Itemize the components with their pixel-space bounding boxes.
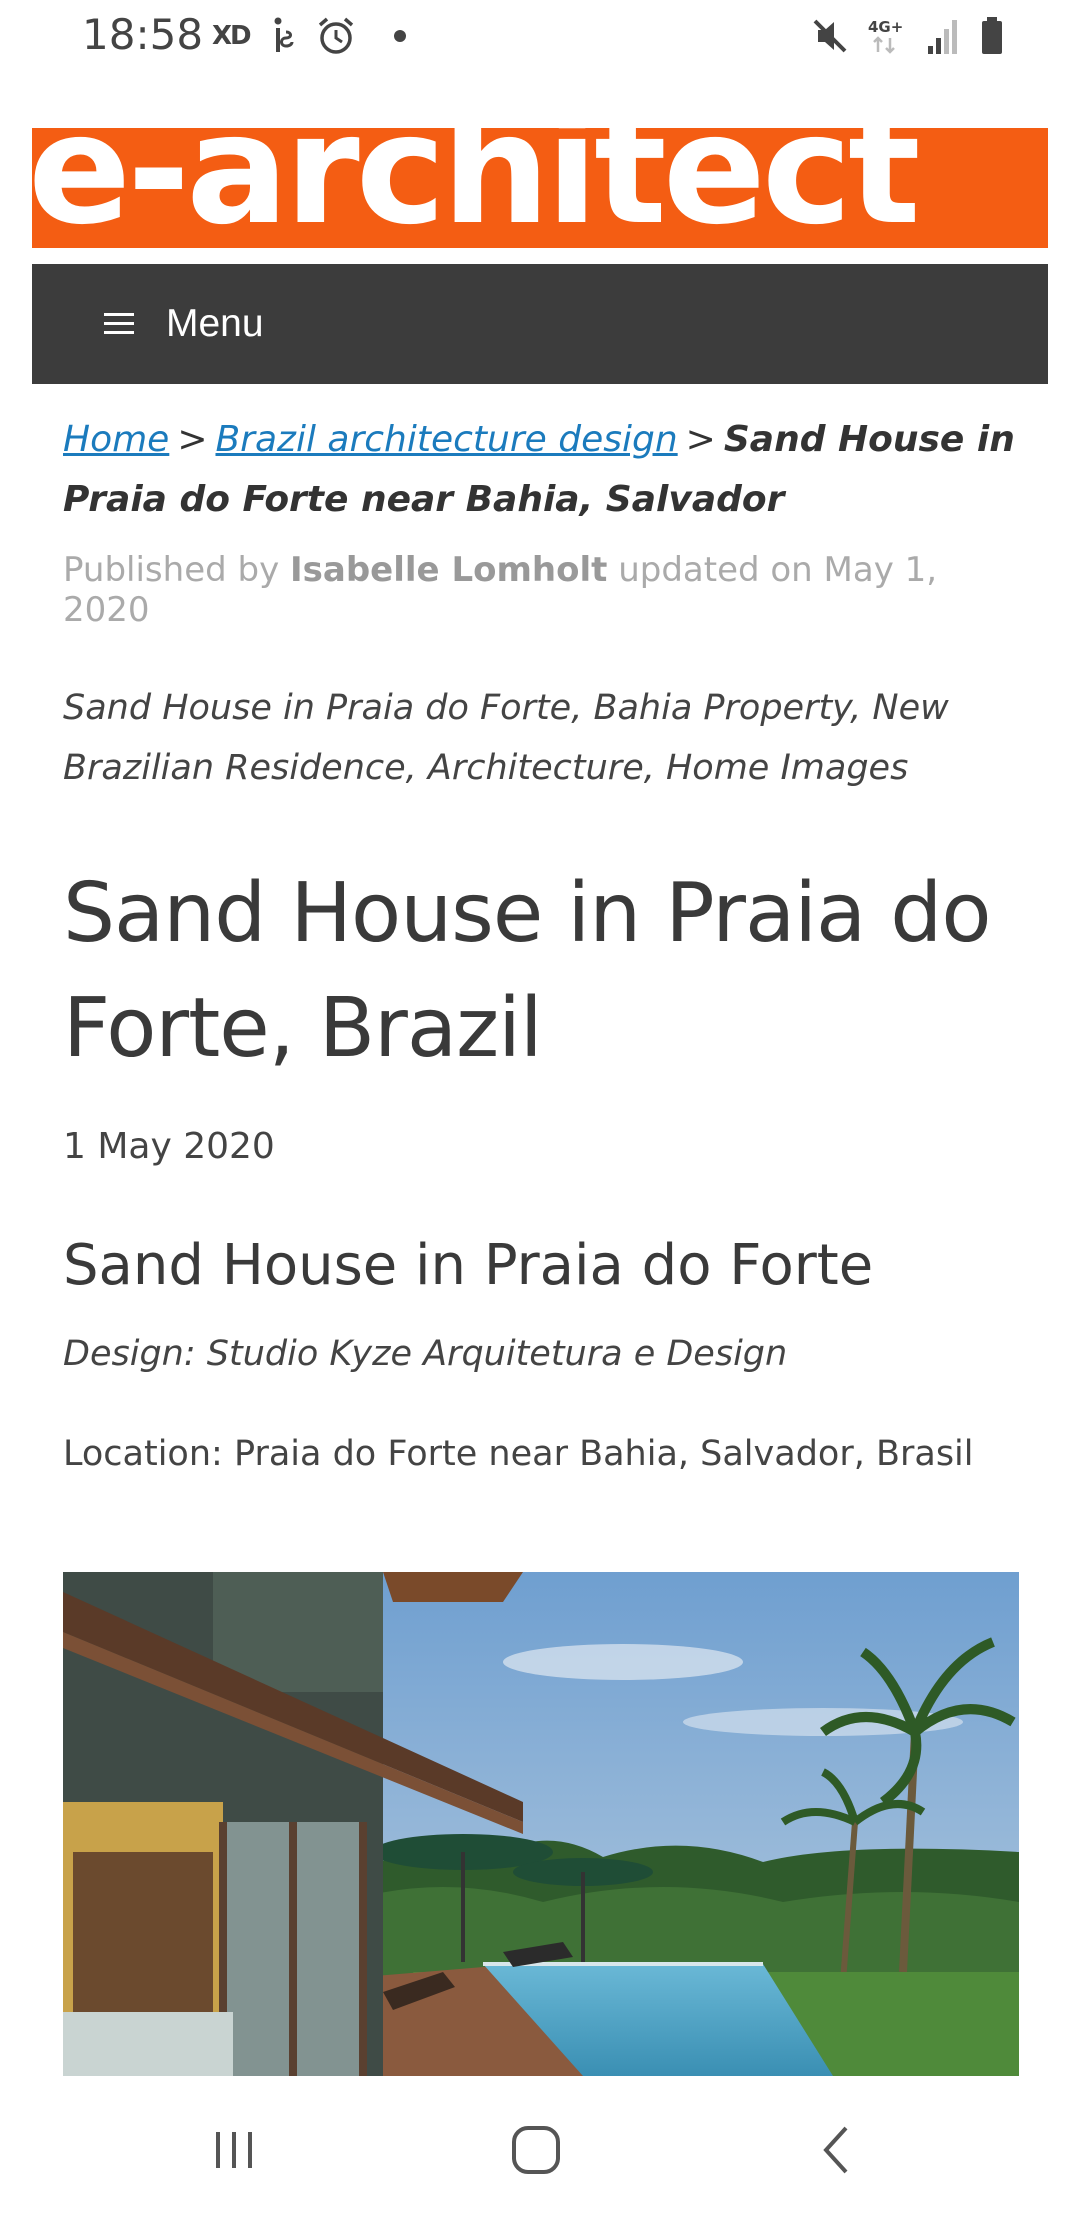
network-icon: 4G+: [868, 18, 903, 54]
menu-label: Menu: [166, 302, 264, 345]
status-left-icons: XD: [212, 14, 406, 58]
hamburger-icon: [104, 313, 134, 335]
page-title: Sand House in Praia do Forte, Brazil: [63, 866, 992, 1076]
byline-prefix: Published by: [63, 550, 280, 590]
fitness-icon: [274, 17, 294, 52]
site-logo[interactable]: e-architect: [32, 128, 1048, 248]
article-date: 1 May 2020: [63, 1126, 275, 1167]
article-content: Home > Brazil architecture design > Sand Hou…: [63, 410, 1023, 1474]
design-credit: Design: Studio Kyze Arquitetura e Design: [63, 1334, 788, 1374]
byline: Published by Isabelle Lomholt updated on…: [63, 550, 1023, 630]
breadcrumb-category-link[interactable]: Brazil architecture design: [215, 419, 677, 460]
svg-text:4G+: 4G+: [868, 18, 903, 36]
hero-photo[interactable]: [63, 1572, 1019, 2076]
system-nav-bar: [0, 2076, 1080, 2220]
status-time: 18:58: [82, 10, 204, 59]
alarm-icon: [318, 17, 353, 54]
status-bar: 18:58 XD 4G+: [0, 0, 1080, 72]
logo-text: e-architect: [32, 128, 921, 248]
signal-icon: [928, 20, 957, 54]
xd-icon: XD: [212, 21, 252, 51]
recents-icon[interactable]: [204, 2120, 264, 2180]
back-icon[interactable]: [808, 2120, 868, 2180]
breadcrumb-separator: >: [177, 419, 208, 460]
article-tagline: Sand House in Praia do Forte, Bahia Prop…: [63, 688, 949, 788]
breadcrumb: Home > Brazil architecture design > Sand Hou…: [63, 410, 1023, 530]
mute-icon: [813, 19, 847, 53]
breadcrumb-separator: >: [685, 419, 716, 460]
menu-toggle[interactable]: Menu: [32, 264, 1048, 384]
byline-author[interactable]: Isabelle Lomholt: [290, 550, 607, 590]
breadcrumb-home-link[interactable]: Home: [63, 419, 169, 460]
status-right-icons: 4G+: [812, 14, 1004, 58]
house-pool-photo: [63, 1572, 1019, 2076]
section-heading: Sand House in Praia do Forte: [63, 1233, 874, 1298]
home-icon[interactable]: [506, 2120, 566, 2180]
location-line: Location: Praia do Forte near Bahia, Sal…: [63, 1434, 974, 1474]
battery-icon: [982, 17, 1002, 54]
notification-dot-icon: [393, 30, 406, 42]
